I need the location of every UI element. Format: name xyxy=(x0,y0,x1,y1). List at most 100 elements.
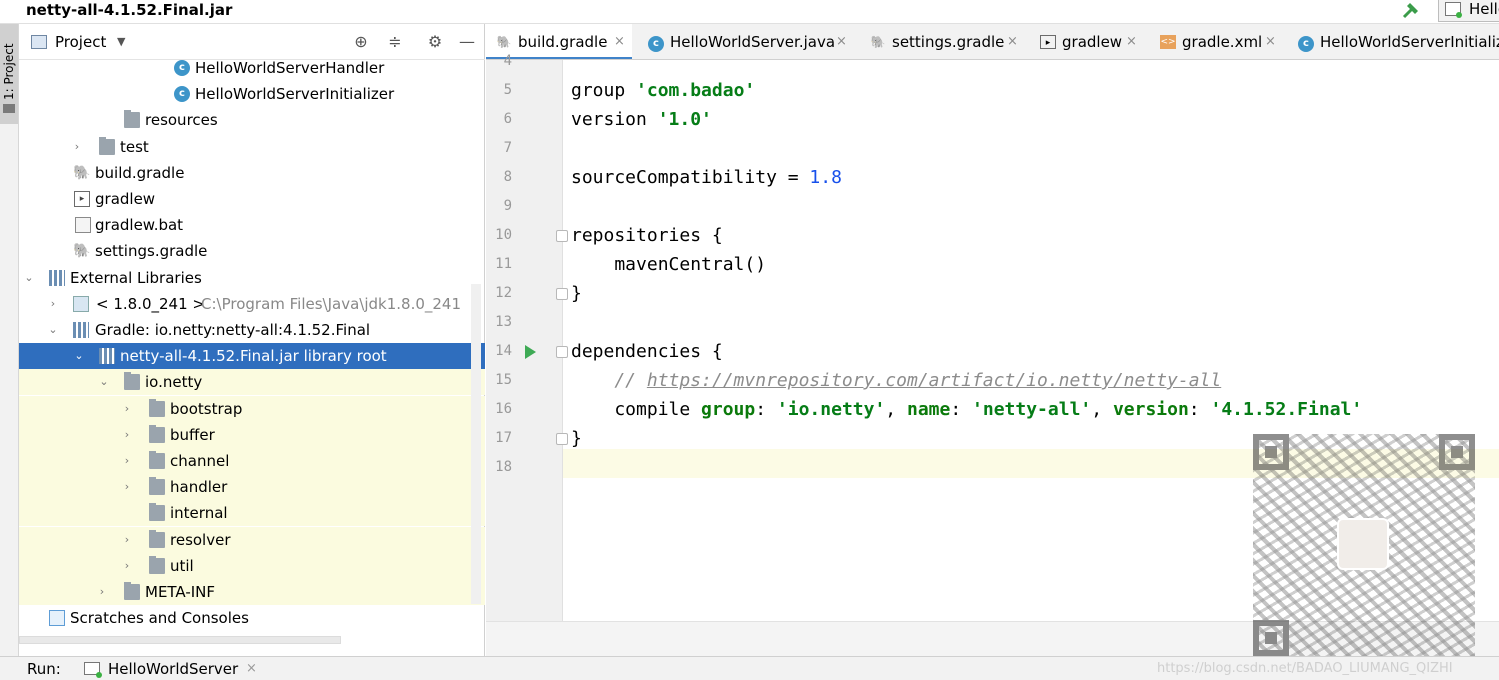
close-icon[interactable]: × xyxy=(246,657,257,680)
chevron-down-icon[interactable]: ⌄ xyxy=(46,317,60,343)
code-line[interactable]: group 'com.badao' xyxy=(571,76,755,105)
tree-item[interactable]: resources xyxy=(19,107,485,133)
locate-target-icon[interactable]: ⊕ xyxy=(352,33,370,51)
collapse-all-icon[interactable]: ≑ xyxy=(386,33,404,51)
tab-helloworldserverinitializer[interactable]: c HelloWorldServerInitializer xyxy=(1288,24,1499,59)
fold-marker-icon[interactable] xyxy=(556,288,568,300)
project-tool-window-label: 1: Project xyxy=(2,43,16,100)
gradle-icon: 🐘 xyxy=(870,35,886,49)
chevron-right-icon[interactable]: › xyxy=(120,527,134,553)
close-icon[interactable]: × xyxy=(1265,24,1276,59)
chevron-right-icon[interactable]: › xyxy=(120,553,134,579)
line-number: 5 xyxy=(503,82,512,98)
chevron-right-icon[interactable]: › xyxy=(46,291,60,317)
tree-item[interactable]: 🐘 build.gradle xyxy=(19,160,485,186)
code-line[interactable]: compile group: 'io.netty', name: 'netty-… xyxy=(571,395,1362,424)
fold-marker-icon[interactable] xyxy=(556,230,568,242)
tree-item[interactable]: › < 1.8.0_241 > C:\Program Files\Java\jdk1… xyxy=(19,291,485,317)
build-hammer-icon[interactable] xyxy=(1400,0,1422,21)
code-token: '4.1.52.Final' xyxy=(1210,399,1363,420)
tab-label: build.gradle xyxy=(518,33,608,51)
code-token: compile xyxy=(571,399,702,420)
tree-item-label: build.gradle xyxy=(95,164,185,182)
close-icon[interactable]: × xyxy=(1007,24,1018,59)
tree-item-selected[interactable]: ⌄ netty-all-4.1.52.Final.jar library root xyxy=(19,343,485,369)
chevron-right-icon[interactable]: › xyxy=(120,422,134,448)
tab-label: settings.gradle xyxy=(892,33,1005,51)
tree-item[interactable]: › resolver xyxy=(19,527,485,553)
tree-item[interactable]: › channel xyxy=(19,448,485,474)
run-gutter-icon[interactable] xyxy=(525,345,536,359)
code-token: 'com.badao' xyxy=(636,80,756,101)
package-icon xyxy=(149,556,165,574)
tree-item[interactable]: internal xyxy=(19,500,485,526)
close-icon[interactable]: × xyxy=(836,24,847,59)
tree-item[interactable]: c HelloWorldServerHandler xyxy=(19,55,485,81)
tab-settings-gradle[interactable]: 🐘 settings.gradle × xyxy=(860,24,1026,59)
line-number-gutter[interactable]: 4 5 6 7 8 9 10 11 12 13 14 15 16 17 18 xyxy=(486,53,568,656)
fold-marker-icon[interactable] xyxy=(556,346,568,358)
tree-item[interactable]: › handler xyxy=(19,474,485,500)
code-token: 'netty-all' xyxy=(972,399,1092,420)
chevron-down-icon[interactable]: ⌄ xyxy=(72,343,86,369)
project-view-selector[interactable]: Project xyxy=(55,31,106,53)
project-tool-window-tab[interactable]: 1: Project xyxy=(0,24,18,124)
code-line[interactable]: dependencies { xyxy=(571,337,723,366)
code-line[interactable]: } xyxy=(571,424,582,453)
tree-item-label: HelloWorldServerHandler xyxy=(195,59,385,77)
tree-item[interactable]: 🐘 settings.gradle xyxy=(19,238,485,264)
code-line[interactable]: repositories { xyxy=(571,221,723,250)
editor-tabs: 🐘 build.gradle × c HelloWorldServer.java… xyxy=(486,24,1499,60)
tree-item[interactable]: Scratches and Consoles xyxy=(19,605,485,631)
tab-gradlew[interactable]: ▸ gradlew × xyxy=(1030,24,1146,59)
tree-item[interactable]: › bootstrap xyxy=(19,396,485,422)
run-configuration-selector[interactable]: Hello xyxy=(1438,0,1499,22)
line-number: 18 xyxy=(495,459,512,475)
tree-item-label: buffer xyxy=(170,426,215,444)
close-icon[interactable]: × xyxy=(614,24,625,59)
tree-item[interactable]: › util xyxy=(19,553,485,579)
code-token: group xyxy=(701,399,756,420)
tree-item[interactable]: gradlew.bat xyxy=(19,212,485,238)
chevron-down-icon[interactable]: ⌄ xyxy=(97,369,111,395)
package-icon xyxy=(149,425,165,443)
tree-item[interactable]: ⌄ Gradle: io.netty:netty-all:4.1.52.Final xyxy=(19,317,485,343)
chevron-right-icon[interactable]: › xyxy=(120,396,134,422)
code-token: } xyxy=(571,428,582,449)
chevron-right-icon[interactable]: › xyxy=(95,579,109,605)
vertical-scrollbar[interactable] xyxy=(471,284,481,604)
chevron-down-icon[interactable]: ▼ xyxy=(117,33,131,51)
tree-item[interactable]: › test xyxy=(19,134,485,160)
close-icon[interactable]: × xyxy=(1126,24,1137,59)
chevron-right-icon[interactable]: › xyxy=(70,134,84,160)
chevron-right-icon[interactable]: › xyxy=(120,474,134,500)
tree-item[interactable]: ▸ gradlew xyxy=(19,186,485,212)
code-token: : xyxy=(950,399,973,420)
horizontal-scrollbar[interactable] xyxy=(19,636,341,644)
running-indicator-icon xyxy=(96,672,102,678)
tab-helloworldserver-java[interactable]: c HelloWorldServer.java × xyxy=(638,24,852,59)
qr-code-watermark xyxy=(1253,434,1475,656)
code-line[interactable]: mavenCentral() xyxy=(571,250,766,279)
tree-item[interactable]: ⌄ External Libraries xyxy=(19,265,485,291)
run-tab-helloworldserver[interactable]: HelloWorldServer xyxy=(108,657,238,680)
line-number: 9 xyxy=(503,198,512,214)
gear-icon[interactable]: ⚙ xyxy=(426,33,444,51)
chevron-down-icon[interactable]: ⌄ xyxy=(22,265,36,291)
tree-item[interactable]: c HelloWorldServerInitializer xyxy=(19,81,485,107)
chevron-right-icon[interactable]: › xyxy=(120,448,134,474)
code-line[interactable]: version '1.0' xyxy=(571,105,712,134)
tab-label: HelloWorldServerInitializer xyxy=(1320,33,1499,51)
package-icon xyxy=(149,530,165,548)
tab-gradle-xml[interactable]: <> gradle.xml × xyxy=(1150,24,1286,59)
tree-item[interactable]: › buffer xyxy=(19,422,485,448)
qr-finder-mark xyxy=(1439,434,1475,470)
code-line[interactable]: } xyxy=(571,279,582,308)
tree-item[interactable]: ⌄ io.netty xyxy=(19,369,485,395)
code-line[interactable]: // https://mvnrepository.com/artifact/io… xyxy=(571,366,1221,395)
fold-marker-icon[interactable] xyxy=(556,433,568,445)
code-line[interactable]: sourceCompatibility = 1.8 xyxy=(571,163,842,192)
tree-item[interactable]: › META-INF xyxy=(19,579,485,605)
project-tree: c HelloWorldServerHandler c HelloWorldServ… xyxy=(19,55,485,630)
hide-panel-icon[interactable]: — xyxy=(458,33,476,51)
